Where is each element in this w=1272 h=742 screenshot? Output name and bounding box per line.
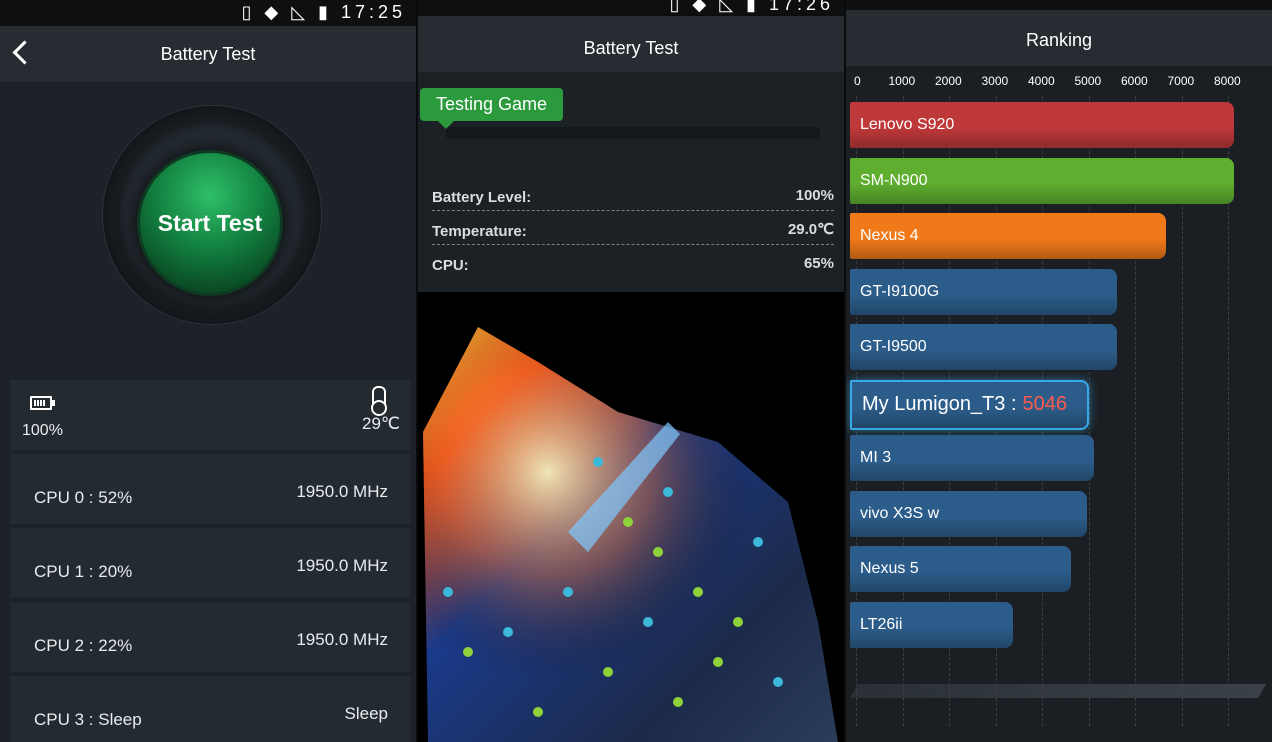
- bar-label: LT26ii: [860, 615, 903, 633]
- ranking-bar: MI 3: [850, 435, 1095, 481]
- battery-level-label: Battery Level:: [432, 189, 532, 206]
- cpu-row: CPU 0 : 52% 1950.0 MHz: [10, 454, 410, 524]
- x-tick-label: 8000: [1214, 74, 1241, 88]
- bar-label: vivo X3S w: [860, 504, 940, 522]
- x-tick-label: 5000: [1074, 74, 1102, 88]
- status-bar: ▯ ◆ ◺ ▮ 17:26: [418, 0, 844, 14]
- battery-temperature-row: 100% 29℃: [10, 380, 410, 450]
- test-progress-bar: [446, 127, 820, 139]
- x-tick-label: 3000: [981, 74, 1009, 88]
- status-bar: [846, 0, 1272, 10]
- battery-level-value: 100%: [795, 187, 834, 204]
- cpu-name: CPU 1 : 20%: [34, 562, 133, 581]
- bar-label: SM-N900: [860, 171, 928, 189]
- temperature-label: Temperature:: [432, 223, 527, 240]
- ranking-bar: GT-I9500: [850, 324, 1118, 370]
- page-title: Ranking: [1025, 30, 1093, 50]
- bar-label: GT-I9500: [860, 338, 927, 355]
- ranking-bar: LT26ii: [850, 601, 1013, 648]
- status-time: 17:25: [340, 2, 406, 22]
- bar-label: MI 3: [860, 449, 892, 466]
- bar-label: Nexus 4: [860, 227, 919, 244]
- page-title: Battery Test: [583, 38, 679, 58]
- testing-game-badge: Testing Game: [420, 88, 564, 129]
- ranking-bar: Nexus 5: [850, 546, 1071, 592]
- status-bar: ▯ ◆ ◺ ▮ 17:25: [0, 0, 416, 26]
- cpu-name: CPU 2 : 22%: [34, 636, 133, 655]
- app-header: Ranking: [846, 10, 1272, 66]
- chart-floor: [849, 684, 1267, 698]
- page-title: Battery Test: [160, 44, 256, 64]
- my-device-bar: My Lumigon_T3 :5046: [850, 379, 1089, 430]
- cpu-frequency: 1950.0 MHz: [296, 556, 388, 575]
- cpu-row: CPU 3 : Sleep Sleep: [10, 676, 410, 742]
- cpu-frequency: 1950.0 MHz: [296, 482, 388, 501]
- start-test-button[interactable]: Start Test: [137, 150, 283, 296]
- x-tick-label: 7000: [1167, 74, 1195, 88]
- battery-icon: [30, 396, 55, 410]
- my-device-label: My Lumigon_T3 :: [862, 393, 1017, 415]
- bar-label: Nexus 5: [860, 560, 919, 577]
- cpu-row: CPU: 65%: [432, 246, 834, 278]
- cpu-row: CPU 2 : 22% 1950.0 MHz: [10, 602, 410, 672]
- cpu-name: CPU 3 : Sleep: [34, 710, 142, 729]
- status-icons: ▯ ◆ ◺ ▮ 17:25: [241, 2, 406, 22]
- cpu-value: 65%: [803, 255, 834, 272]
- x-tick-label: 2000: [935, 74, 962, 88]
- cpu-frequency: 1950.0 MHz: [296, 630, 388, 649]
- x-tick-label: 4000: [1028, 74, 1055, 88]
- cpu-frequency: Sleep: [344, 704, 388, 723]
- cpu-row: CPU 1 : 20% 1950.0 MHz: [10, 528, 410, 598]
- ranking-bar: Lenovo S920: [850, 102, 1234, 148]
- app-header: Battery Test: [0, 26, 416, 82]
- temperature-value: 29.0℃: [787, 221, 834, 238]
- ranking-panel: Ranking 0 1000 2000 3000 4000 5000 6000 7000 800…: [846, 0, 1272, 742]
- bar-label: GT-I9100G: [860, 282, 940, 300]
- cpu-label: CPU:: [432, 257, 469, 274]
- temperature-value: 29℃: [361, 414, 400, 433]
- ranking-chart: 0 1000 2000 3000 4000 5000 6000 7000 8000 Lenovo …: [846, 66, 1272, 742]
- game-scene: [418, 292, 844, 742]
- x-tick-label: 6000: [1121, 74, 1148, 88]
- x-tick-label: 0: [854, 74, 861, 88]
- temperature-row: Temperature: 29.0℃: [432, 212, 834, 245]
- ranking-bar: vivo X3S w: [850, 490, 1088, 537]
- battery-level-value: 100%: [22, 422, 63, 439]
- app-header: Battery Test: [418, 16, 844, 72]
- test-info-panel: Testing Game Battery Level: 100% Tempera…: [418, 72, 844, 292]
- x-tick-label: 1000: [888, 74, 916, 88]
- battery-test-running-panel: ▯ ◆ ◺ ▮ 17:26 Battery Test Testing Game …: [418, 0, 844, 742]
- cpu-name: CPU 0 : 52%: [34, 488, 133, 507]
- status-icons: ▯ ◆ ◺ ▮ 17:26: [669, 0, 834, 15]
- status-time: 17:26: [768, 0, 834, 14]
- ranking-bar: Nexus 4: [850, 213, 1167, 259]
- battery-level-row: Battery Level: 100%: [432, 178, 834, 211]
- bar-label: Lenovo S920: [860, 116, 955, 133]
- ranking-bar: GT-I9100G: [850, 268, 1118, 315]
- battery-test-panel: ▯ ◆ ◺ ▮ 17:25 Battery Test Start Test 10…: [0, 0, 416, 742]
- ranking-bar: SM-N900: [850, 157, 1234, 204]
- thermometer-icon: [371, 386, 387, 416]
- my-device-score: 5046: [1022, 393, 1068, 415]
